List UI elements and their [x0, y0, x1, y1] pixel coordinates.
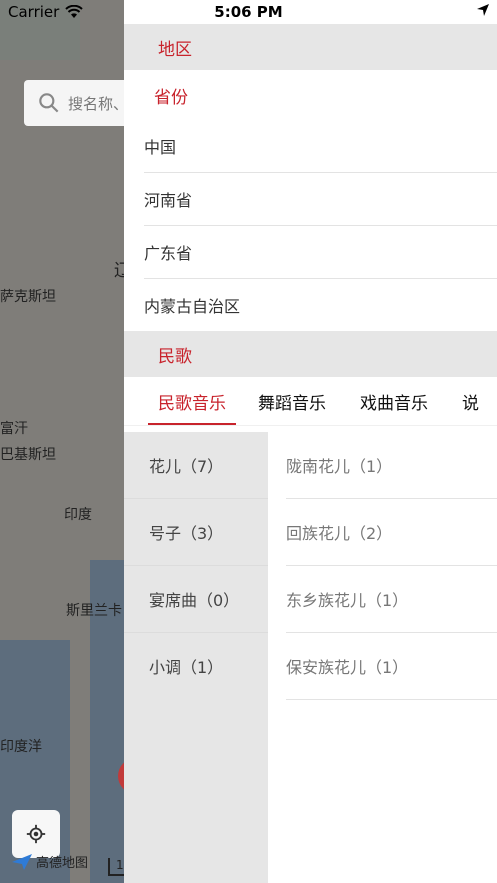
map-label-afghanistan: 富汗	[0, 421, 28, 437]
map-label-pakistan: 巴基斯坦	[0, 447, 56, 463]
locate-icon	[26, 824, 46, 844]
province-label: 省份	[154, 87, 188, 108]
map-label-indian-ocean: 印度洋	[0, 739, 42, 755]
map-provider-logo: 高德地图	[12, 852, 88, 871]
tab-folk-song-music[interactable]: 民歌音乐	[148, 377, 236, 425]
tab-dance-music[interactable]: 舞蹈音乐	[246, 377, 338, 425]
map-label-india: 印度	[64, 507, 92, 523]
map-scale-text: 1	[116, 858, 124, 872]
region-list: 中国 河南省 广东省 内蒙古自治区	[144, 120, 497, 331]
status-right	[477, 4, 489, 16]
subcategory-list: 陇南花儿（1） 回族花儿（2） 东乡族花儿（1） 保安族花儿（1）	[286, 432, 497, 700]
region-item-inner-mongolia[interactable]: 内蒙古自治区	[144, 279, 497, 331]
status-time: 5:06 PM	[214, 3, 283, 21]
locate-button[interactable]	[12, 810, 60, 858]
subcategory-item-baoan[interactable]: 保安族花儿（1）	[286, 633, 497, 700]
category-item-huaer[interactable]: 花儿（7）	[124, 432, 268, 499]
map-logo-text: 高德地图	[36, 856, 89, 871]
region-item-guangdong[interactable]: 广东省	[144, 226, 497, 279]
filter-drawer: 地区 省份 中国 河南省 广东省 内蒙古自治区 民歌 民歌音乐 舞蹈音乐 戏曲音…	[124, 0, 497, 883]
category-item-yanxiqu[interactable]: 宴席曲（0）	[124, 566, 268, 633]
region-item-henan[interactable]: 河南省	[144, 173, 497, 226]
map-label-sri-lanka: 斯里兰卡	[66, 603, 122, 619]
region-header: 地区	[124, 24, 497, 70]
category-panel: 花儿（7） 号子（3） 宴席曲（0） 小调（1） 陇南花儿（1） 回族花儿（2）…	[124, 432, 497, 883]
category-list: 花儿（7） 号子（3） 宴席曲（0） 小调（1）	[124, 432, 268, 883]
subcategory-item-longnan[interactable]: 陇南花儿（1）	[286, 432, 497, 499]
music-type-tabs: 民歌音乐 舞蹈音乐 戏曲音乐 说	[124, 377, 497, 426]
subcategory-item-hui[interactable]: 回族花儿（2）	[286, 499, 497, 566]
folk-song-header: 民歌	[124, 331, 497, 377]
map-label-kazakhstan: 萨克斯坦	[0, 289, 56, 305]
location-arrow-icon	[477, 4, 489, 16]
category-item-haozi[interactable]: 号子（3）	[124, 499, 268, 566]
amap-logo-icon	[12, 853, 32, 870]
tab-opera-music[interactable]: 戏曲音乐	[348, 377, 440, 425]
category-item-xiaodiao[interactable]: 小调（1）	[124, 633, 268, 699]
region-item-china[interactable]: 中国	[144, 120, 497, 173]
search-placeholder: 搜名称、	[68, 94, 129, 113]
map-search-bar[interactable]: 搜名称、	[24, 80, 134, 126]
subcategory-item-dongxiang[interactable]: 东乡族花儿（1）	[286, 566, 497, 633]
search-icon	[39, 93, 59, 113]
status-bar: Carrier 5:06 PM	[0, 0, 497, 24]
tab-more[interactable]: 说	[450, 377, 491, 425]
